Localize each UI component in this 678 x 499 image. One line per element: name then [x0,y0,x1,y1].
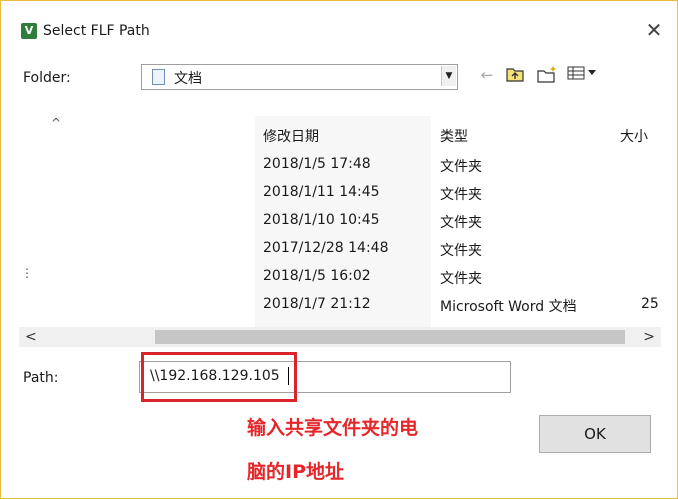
window-title: Select FLF Path [43,23,150,39]
dialog-window: V Select FLF Path ✕ Folder: 文档 ▼ ← ^ 修改日… [0,0,678,499]
row-modified[interactable]: 2017/12/28 14:48 [263,240,389,256]
column-header-type[interactable]: 类型 [440,126,468,146]
row-size[interactable]: 25 [641,296,659,312]
annotation-highlight-box [141,352,297,402]
path-label: Path: [23,370,59,386]
row-type[interactable]: 文件夹 [440,184,482,204]
row-modified[interactable]: 2018/1/5 16:02 [263,268,371,284]
row-type[interactable]: 文件夹 [440,240,482,260]
column-header-modified[interactable]: 修改日期 [263,126,319,146]
up-folder-icon[interactable] [504,65,526,85]
folder-value: 文档 [174,71,202,87]
close-icon[interactable]: ✕ [643,19,665,41]
folder-label: Folder: [23,70,71,86]
column-header-size[interactable]: 大小 [620,126,648,146]
ok-button[interactable]: OK [539,415,651,453]
chevron-down-icon[interactable]: ▼ [441,66,456,86]
row-type[interactable]: Microsoft Word 文档 [440,296,577,316]
truncated-name-marker: ⋮ [21,266,33,280]
row-type[interactable]: 文件夹 [440,212,482,232]
horizontal-scrollbar[interactable]: < > [19,327,661,347]
scroll-left-icon[interactable]: < [25,327,37,347]
document-icon [152,69,165,85]
scroll-thumb[interactable] [155,330,625,344]
row-modified[interactable]: 2018/1/11 14:45 [263,184,380,200]
scroll-right-icon[interactable]: > [643,327,655,347]
new-folder-icon[interactable] [535,65,559,85]
app-icon: V [21,23,37,39]
title-bar: V Select FLF Path ✕ [1,1,677,41]
file-list[interactable]: ^ 修改日期 类型 大小 ⋮ 2018/1/5 17:48 文件夹 2018/1… [19,116,661,327]
annotation-text-line1: 输入共享文件夹的电 [247,417,419,439]
annotation-text-line2: 脑的IP地址 [247,461,344,483]
row-type[interactable]: 文件夹 [440,268,482,288]
row-modified[interactable]: 2018/1/5 17:48 [263,156,371,172]
row-modified[interactable]: 2018/1/10 10:45 [263,212,380,228]
view-menu-icon[interactable] [566,65,600,85]
row-type[interactable]: 文件夹 [440,156,482,176]
back-arrow-icon[interactable]: ← [477,65,497,85]
sort-caret-icon: ^ [51,116,62,130]
folder-dropdown[interactable]: 文档 ▼ [141,64,458,90]
row-modified[interactable]: 2018/1/7 21:12 [263,296,371,312]
